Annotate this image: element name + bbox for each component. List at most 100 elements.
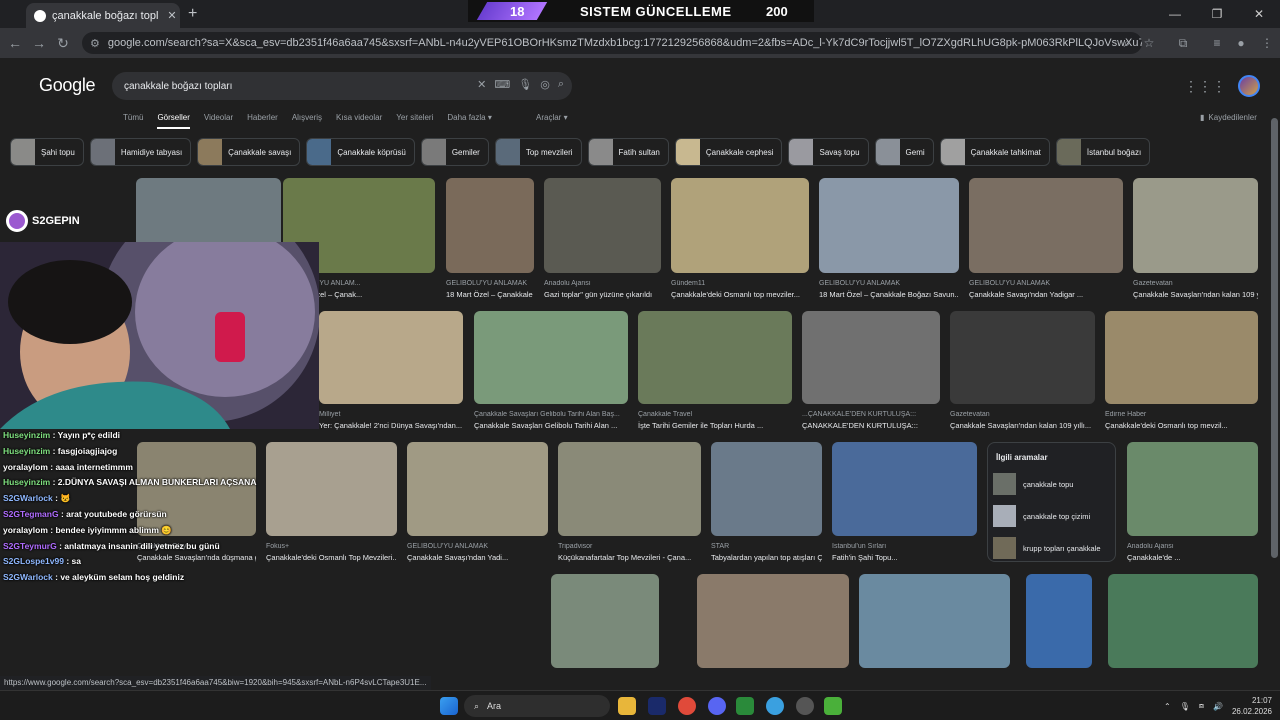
result-source[interactable]: Gazetevatan: [1133, 280, 1258, 287]
profile-icon[interactable]: ●: [1230, 32, 1252, 54]
result-source[interactable]: Anadolu Ajansı: [544, 280, 661, 287]
clock[interactable]: 21:07 26.02.2026: [1232, 695, 1272, 717]
tab-shopping[interactable]: Alışveriş: [292, 113, 322, 129]
maximize-icon[interactable]: ❐: [1196, 0, 1238, 28]
result-title[interactable]: Yer: Çanakkale! 2'nci Dünya Savaşı'ndan.…: [319, 421, 463, 430]
result-source[interactable]: Milliyet: [319, 411, 463, 418]
premiere-icon[interactable]: [648, 697, 666, 715]
image-result[interactable]: [446, 178, 534, 273]
result-source[interactable]: ...ÇANAKKALE'DEN KURTULUŞA:::: [802, 411, 940, 418]
image-result[interactable]: [638, 311, 792, 404]
file-explorer-icon[interactable]: [618, 697, 636, 715]
tab-videos[interactable]: Videolar: [204, 113, 233, 129]
chip-8[interactable]: Savaş topu: [788, 138, 869, 166]
result-title[interactable]: 18 Mart Özel – Çanakkale Boğazı Savun...: [819, 290, 959, 299]
result-title[interactable]: Çanakkale Savaşı'ndan Yadigar ...: [969, 290, 1123, 299]
tab-all[interactable]: Tümü: [123, 113, 143, 129]
mic-icon[interactable]: 🎙: [1180, 702, 1190, 711]
chevron-up-icon[interactable]: ⌃: [1164, 702, 1171, 711]
lens-icon[interactable]: ◎: [540, 78, 550, 91]
discord-icon[interactable]: [708, 697, 726, 715]
start-icon[interactable]: [440, 697, 458, 715]
tab-news[interactable]: Haberler: [247, 113, 278, 129]
image-result[interactable]: [950, 311, 1095, 404]
chip-4[interactable]: Gemiler: [420, 138, 489, 166]
image-result[interactable]: [1108, 574, 1258, 668]
result-title[interactable]: Küçükanafartalar Top Mevzileri - Çana...: [558, 553, 701, 562]
result-source[interactable]: GELİBOLU'YU ANLAMAK: [407, 543, 548, 550]
site-info-icon[interactable]: ⚙: [90, 37, 100, 50]
image-result[interactable]: [969, 178, 1123, 273]
back-icon[interactable]: ←: [3, 35, 27, 51]
result-title[interactable]: Çanakkale'de ...: [1127, 553, 1258, 562]
chip-6[interactable]: Fatih sultan: [587, 138, 669, 166]
image-result[interactable]: [558, 442, 701, 536]
related-item[interactable]: krupp topları çanakkale: [993, 537, 1101, 559]
result-source[interactable]: GELİBOLU'YU ANLAMAK: [819, 280, 959, 287]
menu-icon[interactable]: ⋮: [1256, 32, 1278, 54]
result-title[interactable]: Çanakkale'deki Osmanlı top mevzil...: [1105, 421, 1258, 430]
related-item[interactable]: çanakkale top çizimi: [993, 505, 1090, 527]
chip-10[interactable]: Çanakkale tahkimat: [939, 138, 1050, 166]
image-result[interactable]: [671, 178, 809, 273]
image-result[interactable]: [859, 574, 1010, 668]
keyboard-icon[interactable]: ⌨: [494, 78, 510, 91]
google-logo[interactable]: Google: [39, 75, 96, 96]
result-source[interactable]: Gazetevatan: [950, 411, 1095, 418]
result-title[interactable]: İşte Tarihi Gemiler ile Topları Hurda ..…: [638, 421, 792, 430]
result-source[interactable]: Edirne Haber: [1105, 411, 1258, 418]
image-result[interactable]: [551, 574, 659, 668]
app-icon[interactable]: [766, 697, 784, 715]
bookmark-star-icon[interactable]: ☆: [1138, 32, 1160, 54]
page-scrollbar[interactable]: [1271, 118, 1278, 558]
app-icon[interactable]: [824, 697, 842, 715]
account-avatar[interactable]: [1238, 75, 1260, 97]
result-title[interactable]: Tabyalardan yapılan top atışları Ça...: [711, 553, 822, 562]
result-source[interactable]: Tripadvisor: [558, 543, 701, 550]
result-source[interactable]: STAR: [711, 543, 822, 550]
zoom-icon[interactable]: ⌕: [1116, 32, 1138, 54]
image-result[interactable]: [544, 178, 661, 273]
chip-2[interactable]: Çanakkale savaşı: [197, 138, 301, 166]
app-icon[interactable]: [736, 697, 754, 715]
mic-icon[interactable]: 🎙: [518, 78, 532, 91]
result-title[interactable]: Gazi toplar" gün yüzüne çıkarıldı: [544, 290, 661, 299]
clear-icon[interactable]: ✕: [477, 78, 486, 91]
search-input[interactable]: çanakkale boğazı topları ✕ ⌨ 🎙 ◎ ⌕: [112, 72, 572, 100]
close-tab-icon[interactable]: ✕: [164, 9, 180, 22]
related-item[interactable]: çanakkale topu: [993, 473, 1073, 495]
media-icon[interactable]: ≡: [1206, 32, 1228, 54]
url-field[interactable]: ⚙ google.com/search?sa=X&sca_esv=db2351f…: [82, 32, 1142, 54]
result-source[interactable]: Çanakkale Savaşları Gelibolu Tarihi Alan…: [474, 411, 628, 418]
taskbar-search[interactable]: ⌕ Ara: [464, 695, 610, 717]
image-result[interactable]: [832, 442, 977, 536]
tab-short-videos[interactable]: Kısa videolar: [336, 113, 382, 129]
chrome-icon[interactable]: [678, 697, 696, 715]
chip-9[interactable]: Gemi: [874, 138, 934, 166]
image-result[interactable]: [407, 442, 548, 536]
result-title[interactable]: ÇANAKKALE'DEN KURTULUŞA:::: [802, 421, 940, 430]
minimize-icon[interactable]: —: [1154, 0, 1196, 28]
result-title[interactable]: Çanakkale Savaşları'ndan kalan 109 yıllı…: [1133, 290, 1258, 299]
image-result[interactable]: [1026, 574, 1092, 668]
obs-icon[interactable]: [796, 697, 814, 715]
image-result[interactable]: [1105, 311, 1258, 404]
extensions-icon[interactable]: ⧉: [1172, 32, 1194, 54]
reload-icon[interactable]: ↻: [51, 35, 75, 52]
network-icon[interactable]: ⧈: [1199, 701, 1204, 711]
result-title[interactable]: Fatih'in Şahi Topu...: [832, 553, 977, 562]
close-window-icon[interactable]: ✕: [1238, 0, 1280, 28]
image-result[interactable]: [1127, 442, 1258, 536]
chip-1[interactable]: Hamidiye tabyası: [89, 138, 192, 166]
image-result[interactable]: [711, 442, 822, 536]
result-source[interactable]: GELİBOLU'YU ANLAMAK: [969, 280, 1123, 287]
chip-0[interactable]: Şahi topu: [10, 138, 84, 166]
image-result[interactable]: [819, 178, 959, 273]
chip-7[interactable]: Çanakkale cephesi: [674, 138, 783, 166]
forward-icon[interactable]: →: [27, 35, 51, 51]
tools-button[interactable]: Araçlar ▾: [536, 113, 568, 122]
chip-11[interactable]: İstanbul boğazı: [1055, 138, 1151, 166]
volume-icon[interactable]: 🔊: [1213, 702, 1223, 711]
result-title[interactable]: Çanakkale Savaşları Gelibolu Tarihi Alan…: [474, 421, 628, 430]
result-source[interactable]: Çanakkale Travel: [638, 411, 792, 418]
